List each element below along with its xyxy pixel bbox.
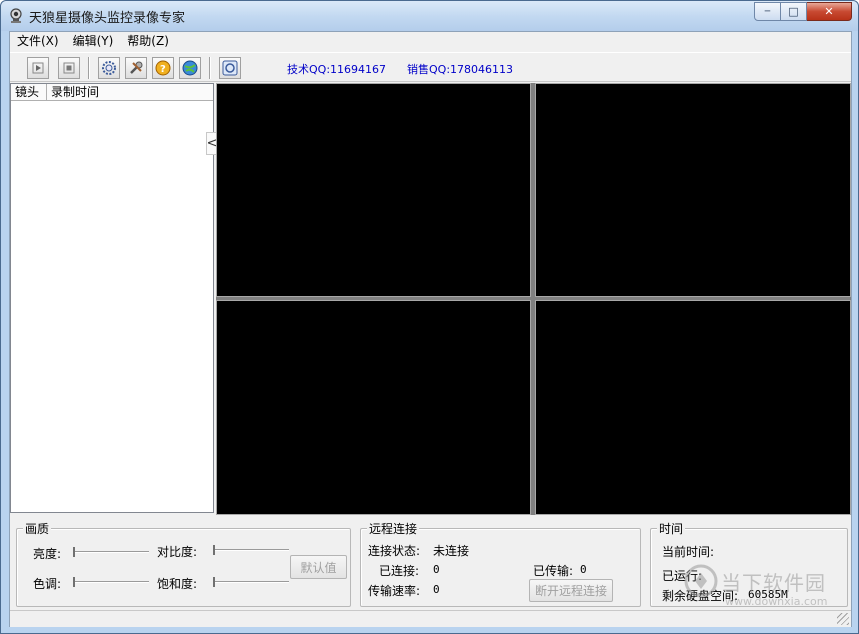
stop-icon	[63, 62, 75, 74]
play-button[interactable]	[27, 57, 49, 79]
client-area: 文件(X) 编辑(Y) 帮助(Z) ? 技术QQ:11694167 销售QQ:1…	[9, 31, 852, 627]
minimize-icon: ─	[764, 6, 771, 17]
transfer-rate-label: 传输速率:	[368, 584, 421, 598]
hue-slider-thumb[interactable]	[73, 577, 75, 587]
camera-view-4[interactable]	[535, 300, 851, 515]
stop-button[interactable]	[58, 57, 80, 79]
title-bar[interactable]: 天狼星摄像头监控录像专家 ─ □ ✕	[1, 1, 858, 31]
maximize-button[interactable]: □	[781, 2, 807, 21]
connected-value: 0	[433, 563, 440, 576]
refresh-button[interactable]	[219, 57, 241, 79]
connected-label: 已连接:	[379, 564, 420, 578]
column-header-camera[interactable]: 镜头	[11, 84, 47, 100]
connection-status-label: 连接状态:	[368, 544, 421, 558]
menu-file[interactable]: 文件(X)	[10, 32, 66, 51]
running-time-label: 已运行:	[662, 569, 703, 583]
tools-button[interactable]	[125, 57, 147, 79]
camera-app-icon	[10, 8, 22, 23]
contrast-slider[interactable]	[213, 545, 289, 555]
current-time-label: 当前时间:	[662, 545, 715, 559]
camera-view-2[interactable]	[535, 83, 851, 297]
brightness-label: 亮度:	[33, 547, 62, 561]
saturation-label: 饱和度:	[157, 577, 198, 591]
tech-qq-label: 技术QQ:11694167	[287, 63, 387, 76]
toolbar-separator	[209, 57, 211, 79]
app-window: 天狼星摄像头监控录像专家 ─ □ ✕ 文件(X) 编辑(Y) 帮助(Z) ? 技…	[0, 0, 859, 634]
status-bar	[10, 610, 851, 627]
resize-grip[interactable]	[837, 613, 849, 625]
transfer-rate-value: 0	[433, 583, 440, 596]
hue-label: 色调:	[33, 577, 62, 591]
close-button[interactable]: ✕	[807, 2, 852, 21]
disk-space-label: 剩余硬盘空间:	[662, 589, 739, 603]
help-button[interactable]: ?	[152, 57, 174, 79]
saturation-slider[interactable]	[213, 577, 289, 587]
saturation-slider-thumb[interactable]	[213, 577, 215, 587]
time-group-title: 时间	[657, 520, 686, 537]
quality-group: 画质 亮度: 对比度: 色调: 饱和度: 默认值	[16, 520, 351, 607]
network-globe-icon	[182, 60, 198, 76]
minimize-button[interactable]: ─	[754, 2, 781, 21]
svg-text:?: ?	[160, 64, 166, 75]
camera-list[interactable]: 镜头 录制时间	[10, 83, 214, 513]
hue-slider[interactable]	[73, 577, 149, 587]
list-header: 镜头 录制时间	[11, 84, 213, 101]
quality-group-title: 画质	[23, 520, 52, 537]
menu-edit[interactable]: 编辑(Y)	[66, 32, 121, 51]
connection-status-value: 未连接	[433, 544, 470, 558]
time-group: 时间 当前时间: 已运行: 剩余硬盘空间: 60585M	[650, 520, 848, 607]
help-icon: ?	[155, 60, 171, 76]
toolbar: ? 技术QQ:11694167 销售QQ:178046113	[10, 52, 851, 82]
network-button[interactable]	[179, 57, 201, 79]
remote-group-title: 远程连接	[367, 520, 420, 537]
play-icon	[32, 62, 44, 74]
brightness-slider-thumb[interactable]	[73, 547, 75, 557]
video-grid	[216, 83, 851, 515]
menu-help[interactable]: 帮助(Z)	[120, 32, 176, 51]
disconnect-remote-button[interactable]: 断开远程连接	[529, 579, 613, 602]
transferred-label: 已传输:	[533, 564, 574, 578]
disk-space-value: 60585M	[748, 588, 788, 601]
refresh-icon	[222, 60, 238, 76]
remote-connection-group: 远程连接 连接状态: 未连接 已连接: 0 已传输: 0 传输速率: 0 断开远…	[360, 520, 641, 607]
settings-gear-icon	[102, 61, 116, 75]
maximize-icon: □	[788, 5, 799, 18]
transferred-value: 0	[580, 563, 587, 576]
close-icon: ✕	[824, 5, 834, 18]
toolbar-separator	[88, 57, 90, 79]
tools-icon	[130, 61, 143, 74]
sales-qq-label: 销售QQ:178046113	[407, 63, 514, 76]
column-header-record-time[interactable]: 录制时间	[47, 84, 213, 100]
contrast-slider-thumb[interactable]	[213, 545, 215, 555]
contrast-label: 对比度:	[157, 545, 198, 559]
menu-bar: 文件(X) 编辑(Y) 帮助(Z)	[10, 32, 851, 51]
brightness-slider[interactable]	[73, 547, 149, 557]
camera-view-1[interactable]	[216, 83, 531, 297]
settings-button[interactable]	[98, 57, 120, 79]
default-value-button[interactable]: 默认值	[290, 555, 347, 579]
camera-view-3[interactable]	[216, 300, 531, 515]
window-title: 天狼星摄像头监控录像专家	[29, 11, 186, 26]
